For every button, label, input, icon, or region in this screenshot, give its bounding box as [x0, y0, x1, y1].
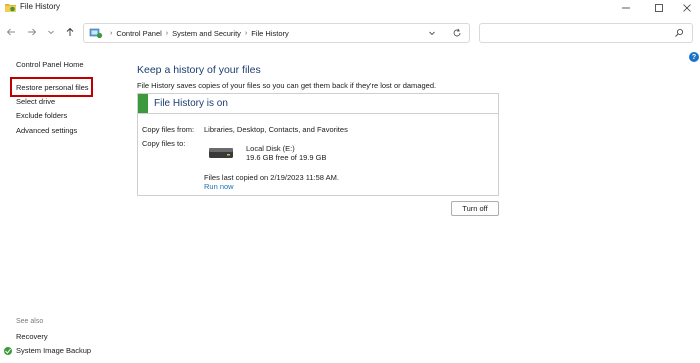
status-panel: File History is on Copy files from: Libr…: [137, 93, 499, 196]
breadcrumb-system-and-security[interactable]: System and Security: [172, 29, 241, 38]
turn-off-button[interactable]: Turn off: [451, 201, 499, 216]
drive-name: Local Disk (E:): [246, 144, 295, 153]
run-now-link[interactable]: Run now: [204, 182, 234, 191]
system-image-backup-icon: [4, 347, 12, 355]
breadcrumb: › Control Panel › System and Security › …: [106, 29, 289, 38]
search-input[interactable]: [479, 23, 693, 43]
status-title: File History is on: [154, 98, 228, 109]
page-description: File History saves copies of your files …: [137, 81, 437, 90]
breadcrumb-separator-icon: ›: [244, 30, 248, 37]
up-button[interactable]: [63, 25, 77, 39]
status-header: File History is on: [138, 94, 498, 114]
control-panel-home-link[interactable]: Control Panel Home: [16, 60, 84, 69]
title-bar: File History: [0, 0, 700, 15]
breadcrumb-control-panel[interactable]: Control Panel: [116, 29, 161, 38]
forward-button[interactable]: [25, 25, 39, 39]
maximize-icon: [655, 3, 663, 12]
recent-locations-button[interactable]: [44, 25, 58, 39]
close-icon: [683, 3, 691, 12]
hard-drive-icon: [209, 148, 233, 158]
chevron-down-icon: [48, 30, 54, 35]
status-indicator: [138, 94, 148, 113]
back-button[interactable]: [4, 25, 18, 39]
address-bar[interactable]: › Control Panel › System and Security › …: [83, 23, 470, 43]
file-history-folder-icon: [5, 4, 16, 12]
address-dropdown-icon[interactable]: [428, 29, 436, 37]
arrow-left-icon: [6, 28, 15, 36]
breadcrumb-file-history[interactable]: File History: [251, 29, 289, 38]
minimize-icon: [622, 7, 630, 8]
drive-free-space: 19.6 GB free of 19.9 GB: [246, 153, 327, 162]
last-copied-text: Files last copied on 2/19/2023 11:58 AM.: [204, 173, 339, 182]
advanced-settings-link[interactable]: Advanced settings: [16, 126, 77, 135]
recovery-link[interactable]: Recovery: [16, 332, 48, 341]
breadcrumb-separator-icon: ›: [110, 30, 113, 37]
arrow-right-icon: [28, 28, 37, 36]
copy-from-value: Libraries, Desktop, Contacts, and Favori…: [204, 125, 348, 134]
control-panel-icon: [89, 28, 103, 39]
select-drive-link[interactable]: Select drive: [16, 97, 55, 106]
breadcrumb-separator-icon: ›: [165, 30, 169, 37]
page-title: Keep a history of your files: [137, 64, 261, 76]
copy-from-label: Copy files from:: [142, 125, 195, 134]
navigation-bar: › Control Panel › System and Security › …: [0, 19, 700, 47]
exclude-folders-link[interactable]: Exclude folders: [16, 111, 67, 120]
window-title: File History: [20, 2, 61, 11]
search-icon: [675, 28, 684, 37]
arrow-up-icon: [66, 27, 74, 36]
restore-personal-files-link[interactable]: Restore personal files: [16, 83, 89, 92]
minimize-button[interactable]: [609, 0, 643, 15]
system-image-backup-link[interactable]: System Image Backup: [16, 346, 91, 355]
help-icon[interactable]: ?: [689, 52, 699, 62]
see-also-heading: See also: [16, 318, 44, 325]
copy-to-label: Copy files to:: [142, 139, 186, 148]
close-button[interactable]: [670, 0, 700, 15]
refresh-icon[interactable]: [452, 28, 462, 38]
